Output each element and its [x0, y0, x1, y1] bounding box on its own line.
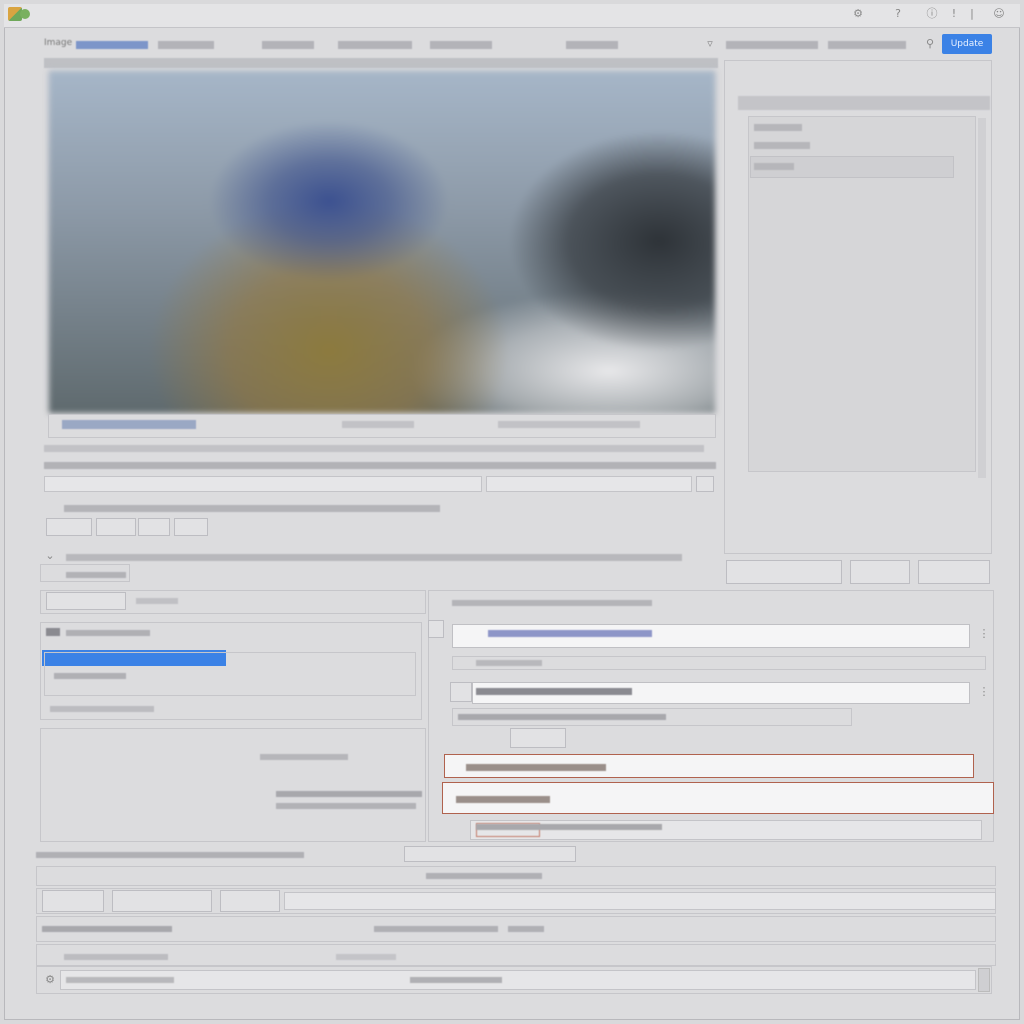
form-note	[66, 554, 682, 561]
field-4-value	[456, 796, 550, 803]
right-panel-header	[738, 96, 990, 110]
footer-scrollbar[interactable]	[978, 968, 990, 992]
toolbar-item-3[interactable]	[158, 41, 214, 49]
toolbar-item-5[interactable]	[338, 41, 412, 49]
toolbar-item-7[interactable]	[566, 41, 618, 49]
collapse-button[interactable]	[428, 620, 444, 638]
caption-mid	[342, 421, 414, 428]
list-header-icon	[46, 628, 60, 636]
right-list-item-2[interactable]	[754, 142, 810, 149]
center-label	[260, 754, 348, 760]
right-panel-button-1[interactable]	[726, 560, 842, 584]
field-2-sub-text	[458, 714, 666, 720]
app-icon-badge	[20, 9, 30, 19]
lower-tab-active[interactable]	[46, 592, 126, 610]
right-panel-button-3[interactable]	[918, 560, 990, 584]
filter-icon[interactable]: ▿	[704, 38, 716, 50]
settings-icon[interactable]: ⚙	[852, 8, 864, 20]
list-header	[66, 630, 150, 636]
bottom-button-2[interactable]	[112, 890, 212, 912]
field-2-menu-icon[interactable]: ⋮	[978, 686, 990, 698]
footer-input-mid	[410, 977, 502, 983]
field-action-button[interactable]	[510, 728, 566, 748]
footer-left	[64, 954, 168, 960]
bottom-button-3[interactable]	[220, 890, 280, 912]
footer-input[interactable]	[60, 970, 976, 990]
center-text-1	[276, 791, 422, 797]
toolbar-item-9[interactable]	[828, 41, 906, 49]
preview-image[interactable]	[48, 70, 716, 414]
right-panel-button-2[interactable]	[850, 560, 910, 584]
form-row-2	[44, 462, 716, 469]
lower-detail-panel	[40, 728, 426, 842]
footer-row	[36, 944, 996, 966]
form-field-1[interactable]	[44, 476, 482, 492]
form-chip-3[interactable]	[138, 518, 170, 536]
status-left	[36, 852, 304, 858]
form-row-1	[44, 445, 704, 452]
field-1-value	[488, 630, 652, 637]
field-2-value	[476, 688, 632, 695]
caption-right	[498, 421, 640, 428]
lower-right-header	[452, 600, 652, 606]
title-bar	[4, 4, 1020, 28]
pin-icon[interactable]: ⚲	[924, 38, 936, 50]
field-1-sub-text	[476, 660, 542, 666]
footer-input-left	[66, 977, 174, 983]
form-chip-2[interactable]	[96, 518, 136, 536]
field-3-value	[466, 764, 606, 771]
toolbar-item-4[interactable]	[262, 41, 314, 49]
toolbar-item-8[interactable]	[726, 41, 818, 49]
field-2-icon-button[interactable]	[450, 682, 472, 702]
bottom-input[interactable]	[284, 892, 996, 910]
form-field-2[interactable]	[486, 476, 692, 492]
right-list-item-1[interactable]	[754, 124, 802, 131]
info-left	[42, 926, 172, 932]
info-mid	[374, 926, 498, 932]
list-footer	[50, 706, 154, 712]
list-item-2[interactable]	[54, 673, 126, 679]
gear-icon[interactable]: ⚙	[44, 974, 56, 986]
toolbar-item-2[interactable]	[76, 41, 148, 49]
form-toggle-label	[66, 572, 126, 578]
viewer-header	[44, 58, 718, 68]
alert-icon[interactable]: !	[948, 8, 960, 20]
caption-left	[62, 420, 196, 429]
field-5[interactable]	[470, 820, 982, 840]
right-list-item-3-label	[754, 163, 794, 170]
toolbar-item-6[interactable]	[430, 41, 492, 49]
right-list-scrollbar[interactable]	[978, 118, 986, 478]
chevron-down-icon[interactable]: ⌄	[44, 550, 56, 562]
toolbar-item-image[interactable]: Image	[44, 38, 74, 50]
center-text-2	[276, 803, 416, 809]
field-1-menu-icon[interactable]: ⋮	[978, 628, 990, 640]
info-icon[interactable]: ⓘ	[926, 8, 938, 20]
footer-mid	[336, 954, 396, 960]
form-chip-1[interactable]	[46, 518, 92, 536]
form-row-3	[64, 505, 440, 512]
help-icon[interactable]: ?	[892, 8, 904, 20]
info-right	[508, 926, 544, 932]
status-mid-button[interactable]	[404, 846, 576, 862]
form-chip-4[interactable]	[174, 518, 208, 536]
lower-tab-2[interactable]	[136, 598, 178, 604]
bottom-button-1[interactable]	[42, 890, 104, 912]
divider-icon: |	[970, 7, 974, 20]
field-5-value	[476, 824, 662, 830]
update-button[interactable]: Update	[942, 34, 992, 54]
bottom-bar-title	[426, 873, 542, 879]
user-icon[interactable]: ☺	[990, 8, 1008, 20]
form-field-button[interactable]	[696, 476, 714, 492]
